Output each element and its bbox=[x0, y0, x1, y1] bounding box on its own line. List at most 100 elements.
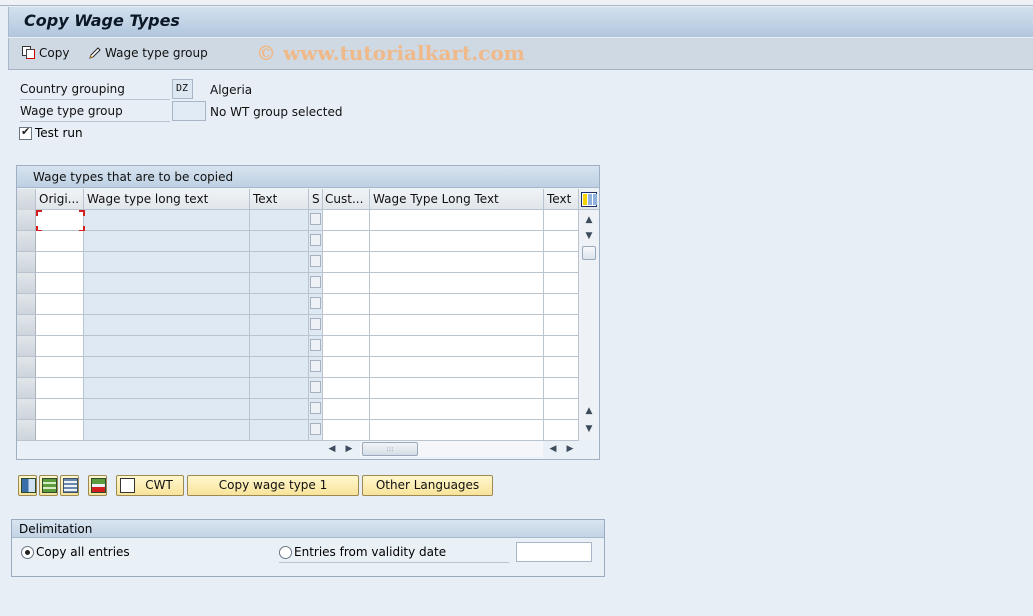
cell-customer[interactable] bbox=[323, 252, 370, 272]
cell-s[interactable] bbox=[309, 420, 323, 440]
cell-wage-type-long-text-2[interactable] bbox=[370, 336, 544, 356]
cell-text-2[interactable] bbox=[544, 420, 579, 440]
scroll-left-icon[interactable]: ◀ bbox=[546, 441, 560, 457]
cell-text-2[interactable] bbox=[544, 336, 579, 356]
scroll-right-icon[interactable]: ▶ bbox=[563, 441, 577, 457]
scroll-up-icon[interactable]: ▲ bbox=[581, 212, 597, 228]
cell-s[interactable] bbox=[309, 399, 323, 419]
cell-wage-type-long-text-2[interactable] bbox=[370, 294, 544, 314]
cell-s[interactable] bbox=[309, 336, 323, 356]
cell-text-2[interactable] bbox=[544, 315, 579, 335]
column-header-s[interactable]: S bbox=[309, 189, 323, 210]
row-selector[interactable] bbox=[17, 294, 36, 314]
row-selector[interactable] bbox=[17, 420, 36, 440]
cell-s[interactable] bbox=[309, 273, 323, 293]
cwt-button[interactable]: CWT bbox=[116, 475, 184, 496]
page-up-icon[interactable]: ▲ bbox=[581, 403, 597, 419]
cell-original[interactable] bbox=[36, 231, 84, 251]
select-all-button[interactable] bbox=[39, 475, 58, 496]
cell-customer[interactable] bbox=[323, 420, 370, 440]
row-selector[interactable] bbox=[17, 252, 36, 272]
cell-wage-type-long-text-2[interactable] bbox=[370, 399, 544, 419]
deselect-all-button[interactable] bbox=[60, 475, 79, 496]
row-selector[interactable] bbox=[17, 231, 36, 251]
cell-customer[interactable] bbox=[323, 210, 370, 230]
cell-original[interactable] bbox=[36, 273, 84, 293]
select-all-rows-corner[interactable] bbox=[17, 189, 36, 210]
cell-text-2[interactable] bbox=[544, 378, 579, 398]
cell-text-2[interactable] bbox=[544, 399, 579, 419]
column-header-customer[interactable]: Cust... bbox=[323, 189, 370, 210]
cell-original[interactable] bbox=[36, 399, 84, 419]
cell-original[interactable] bbox=[36, 420, 84, 440]
validity-date-input[interactable] bbox=[516, 542, 592, 562]
cell-wage-type-long-text-2[interactable] bbox=[370, 210, 544, 230]
cell-customer[interactable] bbox=[323, 378, 370, 398]
radio-unselected-icon[interactable] bbox=[279, 545, 292, 559]
cell-customer[interactable] bbox=[323, 336, 370, 356]
cell-s[interactable] bbox=[309, 231, 323, 251]
column-header-text[interactable]: Text bbox=[250, 189, 309, 210]
cell-customer[interactable] bbox=[323, 294, 370, 314]
entries-from-validity-date-radio[interactable]: Entries from validity date bbox=[279, 545, 509, 563]
cell-s[interactable] bbox=[309, 294, 323, 314]
cell-original[interactable] bbox=[36, 210, 84, 230]
cell-s[interactable] bbox=[309, 210, 323, 230]
row-selector[interactable] bbox=[17, 315, 36, 335]
cell-text-2[interactable] bbox=[544, 294, 579, 314]
column-header-wage-type-long-text[interactable]: Wage type long text bbox=[84, 189, 250, 210]
vertical-scroll-thumb[interactable] bbox=[582, 246, 596, 260]
row-checkbox[interactable] bbox=[310, 423, 321, 435]
cell-original[interactable] bbox=[36, 357, 84, 377]
cell-original[interactable] bbox=[36, 336, 84, 356]
delete-row-button[interactable] bbox=[88, 475, 107, 496]
row-checkbox[interactable] bbox=[310, 255, 321, 267]
table-layout-icon[interactable] bbox=[581, 192, 597, 207]
row-checkbox[interactable] bbox=[310, 213, 321, 225]
cell-wage-type-long-text-2[interactable] bbox=[370, 231, 544, 251]
row-selector[interactable] bbox=[17, 357, 36, 377]
cell-wage-type-long-text-2[interactable] bbox=[370, 252, 544, 272]
horizontal-scroll-thumb[interactable]: ::: bbox=[362, 442, 418, 456]
copy-button[interactable]: Copy bbox=[22, 46, 69, 60]
cell-s[interactable] bbox=[309, 252, 323, 272]
row-selector[interactable] bbox=[17, 378, 36, 398]
cell-text-2[interactable] bbox=[544, 252, 579, 272]
cell-customer[interactable] bbox=[323, 315, 370, 335]
cell-customer[interactable] bbox=[323, 399, 370, 419]
row-checkbox[interactable] bbox=[310, 234, 321, 246]
column-header-text-2[interactable]: Text bbox=[544, 189, 579, 210]
cell-customer[interactable] bbox=[323, 357, 370, 377]
cell-wage-type-long-text-2[interactable] bbox=[370, 357, 544, 377]
wage-type-group-input[interactable] bbox=[172, 101, 206, 121]
cell-original[interactable] bbox=[36, 378, 84, 398]
cell-customer[interactable] bbox=[323, 273, 370, 293]
cell-s[interactable] bbox=[309, 315, 323, 335]
country-grouping-input[interactable]: DZ bbox=[172, 79, 193, 99]
cell-wage-type-long-text-2[interactable] bbox=[370, 273, 544, 293]
cell-s[interactable] bbox=[309, 378, 323, 398]
row-selector[interactable] bbox=[17, 210, 36, 230]
copy-wage-type-button[interactable]: Copy wage type 1 bbox=[187, 475, 359, 496]
row-checkbox[interactable] bbox=[310, 276, 321, 288]
page-down-icon[interactable]: ▼ bbox=[581, 421, 597, 437]
cell-original[interactable] bbox=[36, 294, 84, 314]
row-checkbox[interactable] bbox=[310, 339, 321, 351]
cell-customer[interactable] bbox=[323, 231, 370, 251]
fixed-scroll-left-icon[interactable]: ◀ bbox=[325, 441, 339, 457]
row-checkbox[interactable] bbox=[310, 318, 321, 330]
vertical-scrollbar[interactable]: ▲ ▼ ▲ ▼ bbox=[579, 210, 599, 440]
column-header-wage-type-long-text-2[interactable]: Wage Type Long Text bbox=[370, 189, 544, 210]
cell-wage-type-long-text-2[interactable] bbox=[370, 378, 544, 398]
row-checkbox[interactable] bbox=[310, 360, 321, 372]
cell-s[interactable] bbox=[309, 357, 323, 377]
insert-row-button[interactable] bbox=[18, 475, 37, 496]
cell-original[interactable] bbox=[36, 252, 84, 272]
radio-selected-icon[interactable] bbox=[21, 545, 34, 559]
row-selector[interactable] bbox=[17, 336, 36, 356]
wage-type-group-button[interactable]: Wage type group bbox=[88, 46, 208, 60]
row-selector[interactable] bbox=[17, 399, 36, 419]
horizontal-scrollbar[interactable]: ◀ ▶ ::: ◀ ▶ bbox=[17, 440, 599, 458]
scroll-down-icon[interactable]: ▼ bbox=[581, 228, 597, 244]
cell-text-2[interactable] bbox=[544, 273, 579, 293]
